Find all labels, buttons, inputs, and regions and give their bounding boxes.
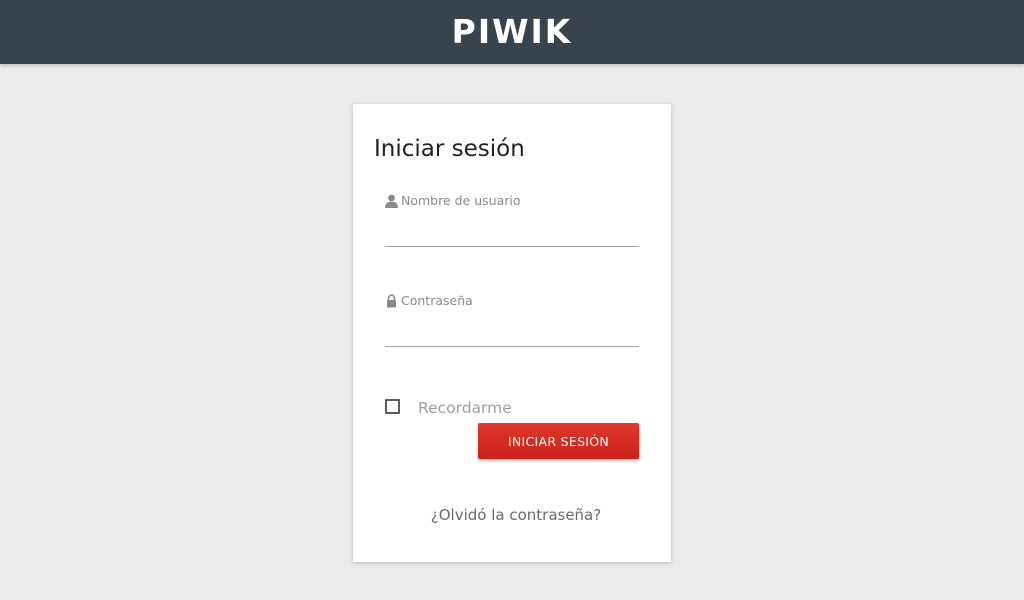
remember-me-row: Recordarme (385, 395, 512, 417)
username-label: Nombre de usuario (401, 193, 521, 208)
password-label: Contraseña (401, 293, 473, 308)
username-input[interactable] (385, 219, 639, 247)
piwik-logo[interactable]: PIWIK (0, 13, 1024, 51)
login-card: Iniciar sesión Nombre de usuario Contras… (353, 104, 671, 562)
password-input[interactable] (385, 319, 639, 347)
login-submit-button[interactable]: INICIAR SESIÓN (478, 423, 639, 459)
remember-me-checkbox[interactable] (385, 398, 400, 414)
login-title: Iniciar sesión (374, 136, 525, 162)
remember-me-label[interactable]: Recordarme (418, 399, 512, 417)
username-field-group: Nombre de usuario (385, 193, 639, 247)
password-field-group: Contraseña (385, 293, 639, 347)
username-label-row: Nombre de usuario (385, 193, 639, 209)
forgot-password-link[interactable]: ¿Olvidó la contraseña? (353, 506, 671, 524)
user-icon (385, 194, 398, 208)
top-header: PIWIK (0, 0, 1024, 64)
password-label-row: Contraseña (385, 293, 639, 309)
lock-icon (385, 294, 398, 308)
